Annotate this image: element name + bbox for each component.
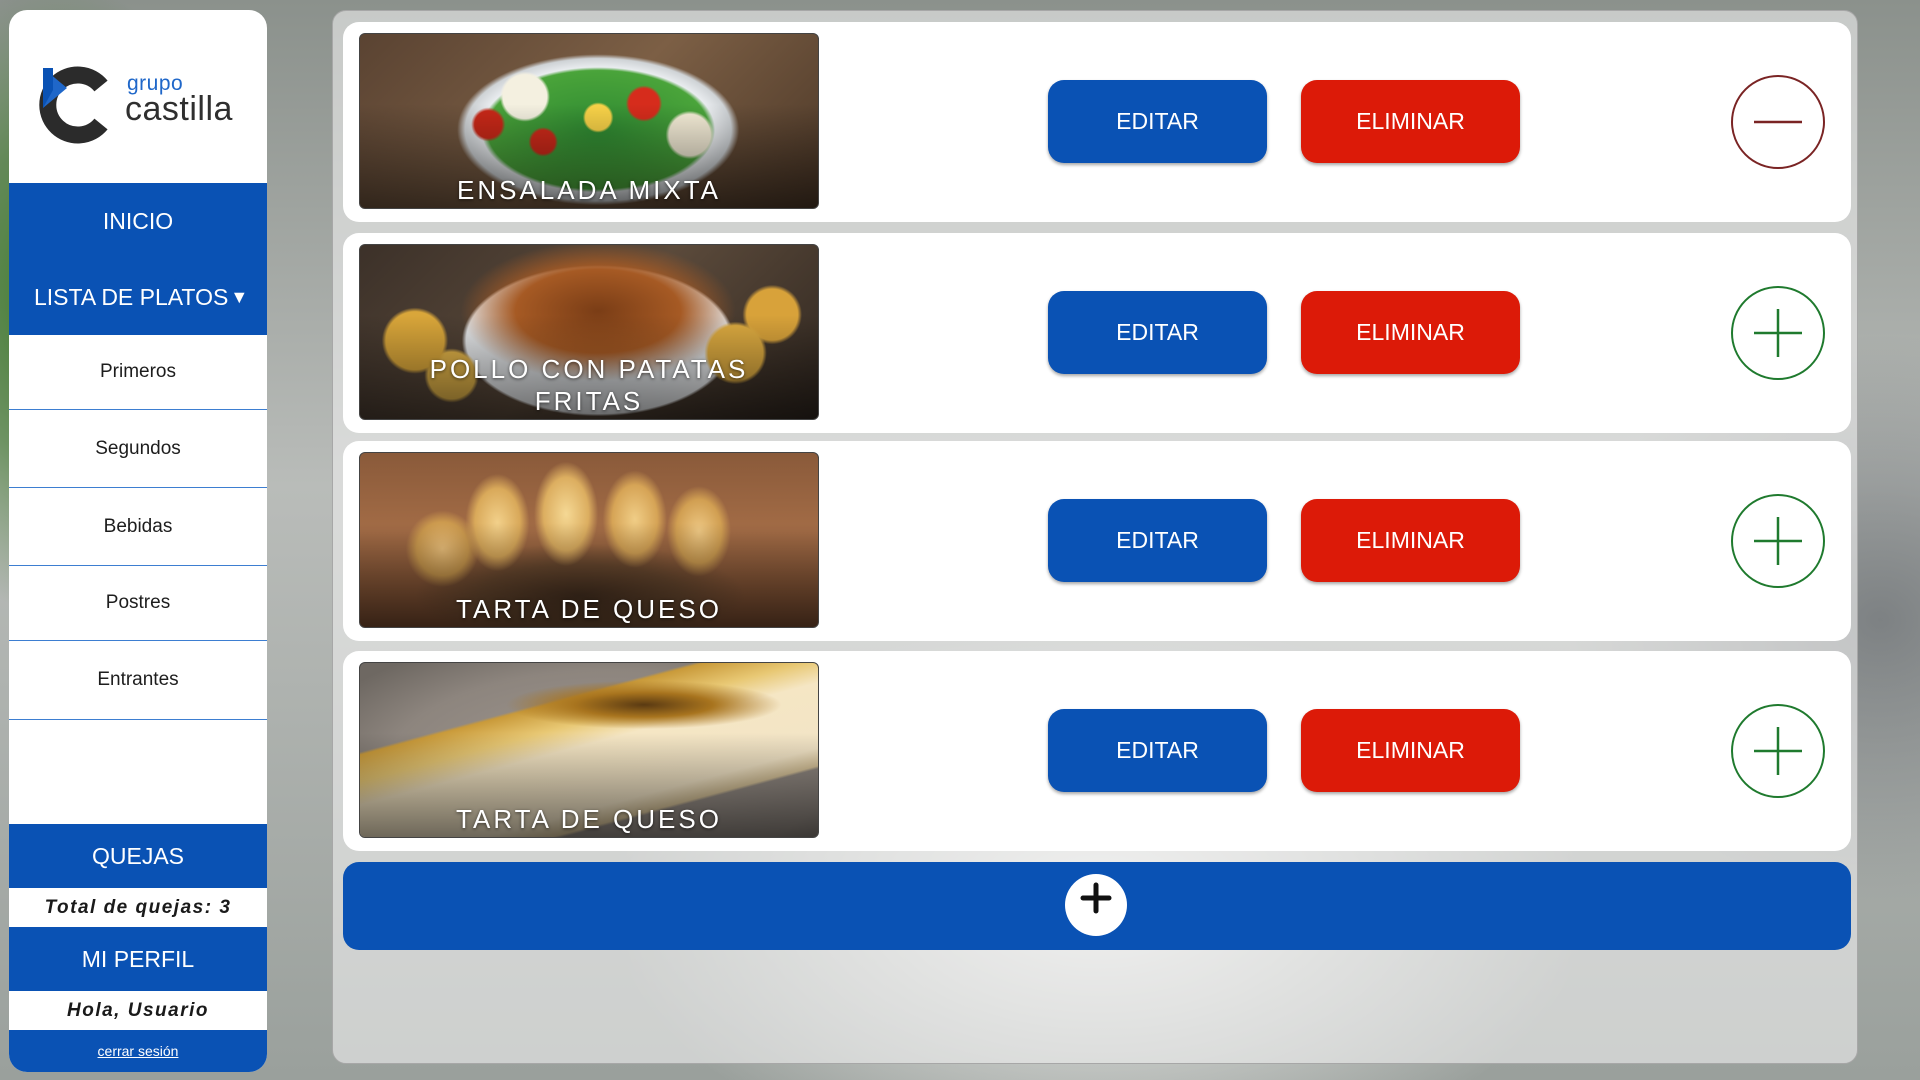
dish-list-panel: ENSALADA MIXTA EDITAR ELIMINAR POLLO CON… [332, 10, 1858, 1064]
sidebar: grupo castilla INICIO LISTA DE PLATOS ▼ … [9, 10, 267, 1072]
nav-inicio[interactable]: INICIO [9, 183, 267, 259]
sidebar-item-postres[interactable]: Postres [9, 566, 267, 641]
delete-button[interactable]: ELIMINAR [1301, 709, 1520, 792]
sidebar-item-segundos[interactable]: Segundos [9, 410, 267, 488]
delete-button[interactable]: ELIMINAR [1301, 499, 1520, 582]
sidebar-item-label: Entrantes [97, 669, 179, 690]
plus-circle-icon [1731, 286, 1825, 380]
dish-name: TARTA DE QUESO [456, 804, 722, 834]
add-dish-circle [1065, 874, 1127, 936]
complaints-total: Total de quejas: 3 [44, 896, 232, 918]
brand-logo[interactable]: grupo castilla [9, 10, 267, 183]
dish-row: TARTA DE QUESO EDITAR ELIMINAR [343, 441, 1851, 641]
sidebar-item-label: Postres [105, 592, 171, 613]
brand-line-2: castilla [125, 90, 233, 128]
plus-icon [1080, 882, 1112, 914]
sidebar-item-label: Primeros [99, 361, 176, 382]
nav-quejas-label: QUEJAS [91, 842, 185, 869]
dish-image: ENSALADA MIXTA [359, 33, 819, 209]
nav-mi-perfil[interactable]: MI PERFIL [9, 927, 267, 991]
add-to-menu-button[interactable] [1730, 493, 1826, 589]
caret-down-icon: ▼ [230, 286, 249, 307]
dish-name: ENSALADA MIXTA [456, 175, 722, 205]
edit-button[interactable]: EDITAR [1048, 291, 1267, 374]
dish-row: TARTA DE QUESO EDITAR ELIMINAR [343, 651, 1851, 851]
nav-quejas[interactable]: QUEJAS [9, 824, 267, 888]
edit-button[interactable]: EDITAR [1048, 709, 1267, 792]
logout-bar: cerrar sesión [9, 1030, 267, 1072]
dish-name: POLLO CON PATATAS FRITAS [429, 354, 749, 416]
remove-from-menu-button[interactable] [1730, 74, 1826, 170]
dish-image: TARTA DE QUESO [359, 452, 819, 628]
dish-row: POLLO CON PATATAS FRITAS EDITAR ELIMINAR [343, 233, 1851, 433]
nav-lista-de-platos[interactable]: LISTA DE PLATOS ▼ [9, 259, 267, 335]
user-greeting: Hola, Usuario [67, 999, 209, 1021]
sidebar-item-label: Bebidas [103, 515, 173, 537]
sidebar-item-label: Segundos [95, 437, 181, 459]
nav-inicio-label: INICIO [102, 207, 174, 234]
plus-circle-icon [1731, 494, 1825, 588]
sidebar-item-primeros[interactable]: Primeros [9, 335, 267, 410]
dish-image: TARTA DE QUESO [359, 662, 819, 838]
plus-circle-icon [1731, 704, 1825, 798]
dish-name: TARTA DE QUESO [456, 594, 722, 624]
dish-row: ENSALADA MIXTA EDITAR ELIMINAR [343, 22, 1851, 222]
delete-button[interactable]: ELIMINAR [1301, 291, 1520, 374]
edit-button[interactable]: EDITAR [1048, 499, 1267, 582]
add-to-menu-button[interactable] [1730, 703, 1826, 799]
nav-perfil-label: MI PERFIL [81, 945, 195, 972]
add-dish-button[interactable] [343, 862, 1851, 950]
grupo-castilla-logo-icon [39, 66, 108, 144]
minus-circle-icon [1731, 75, 1825, 169]
sidebar-item-entrantes[interactable]: Entrantes [9, 641, 267, 720]
delete-button[interactable]: ELIMINAR [1301, 80, 1520, 163]
nav-lista-label: LISTA DE PLATOS [34, 283, 229, 310]
add-to-menu-button[interactable] [1730, 285, 1826, 381]
sidebar-item-bebidas[interactable]: Bebidas [9, 488, 267, 566]
edit-button[interactable]: EDITAR [1048, 80, 1267, 163]
dish-image: POLLO CON PATATAS FRITAS [359, 244, 819, 420]
logout-link[interactable]: cerrar sesión [98, 1043, 179, 1059]
